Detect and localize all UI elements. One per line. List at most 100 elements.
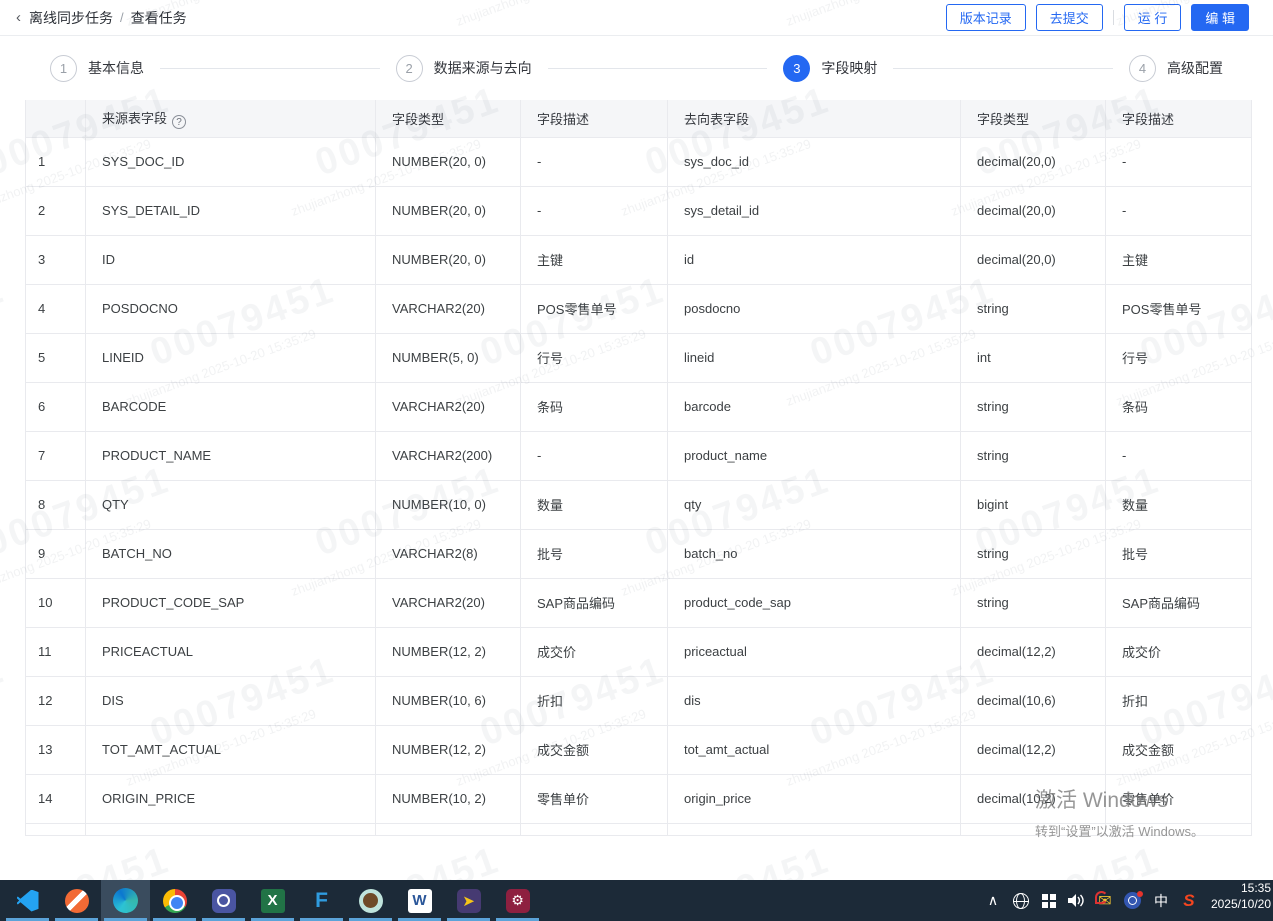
vscode-icon[interactable] bbox=[3, 880, 52, 921]
header-col-4: 去向表字段 bbox=[668, 100, 961, 137]
run-button[interactable]: 运 行 bbox=[1124, 4, 1182, 31]
help-icon[interactable]: ? bbox=[172, 115, 186, 129]
go-submit-button[interactable]: 去提交 bbox=[1036, 4, 1103, 31]
blue-app-icon[interactable] bbox=[199, 880, 248, 921]
cell-col-3: POS零售单号 bbox=[521, 284, 668, 333]
header-col-6: 字段描述 bbox=[1106, 100, 1252, 137]
cell-col-6: 批号 bbox=[1106, 529, 1252, 578]
cell-col-6: 成交价 bbox=[1106, 627, 1252, 676]
back-icon[interactable]: ‹ bbox=[16, 9, 21, 26]
cell-col-1: ID bbox=[86, 235, 376, 284]
header-col-5: 字段类型 bbox=[961, 100, 1106, 137]
cell-col-6: POS零售单号 bbox=[1106, 284, 1252, 333]
step-number: 2 bbox=[396, 55, 423, 82]
cell-col-5: decimal(20,0) bbox=[961, 186, 1106, 235]
volume-icon[interactable] bbox=[1065, 880, 1089, 921]
row-index: 1 bbox=[26, 137, 86, 186]
cell-empty bbox=[668, 823, 961, 835]
table-row: 7PRODUCT_NAMEVARCHAR2(200)-product_names… bbox=[26, 431, 1252, 480]
version-history-button[interactable]: 版本记录 bbox=[946, 4, 1026, 31]
row-index: 13 bbox=[26, 725, 86, 774]
cell-col-2: NUMBER(20, 0) bbox=[376, 137, 521, 186]
watermark-tile: 00079451zhujianzhong 2025-10-20 15:35:29 bbox=[310, 839, 513, 880]
step-4[interactable]: 4高级配置 bbox=[1129, 55, 1223, 82]
row-index: 14 bbox=[26, 774, 86, 823]
cell-col-5: decimal(10,2) bbox=[961, 774, 1106, 823]
cell-col-1: BATCH_NO bbox=[86, 529, 376, 578]
cell-col-3: 成交价 bbox=[521, 627, 668, 676]
edge-icon[interactable] bbox=[101, 880, 150, 921]
sogou-input-icon[interactable]: S bbox=[1177, 880, 1201, 921]
cell-col-5: string bbox=[961, 284, 1106, 333]
table-row: 13TOT_AMT_ACTUALNUMBER(12, 2)成交金额tot_amt… bbox=[26, 725, 1252, 774]
row-index: 10 bbox=[26, 578, 86, 627]
step-1[interactable]: 1基本信息 bbox=[50, 55, 144, 82]
folder-app-icon[interactable]: F bbox=[297, 880, 346, 921]
row-index: 2 bbox=[26, 186, 86, 235]
step-label: 数据来源与去向 bbox=[434, 58, 532, 78]
cell-col-5: string bbox=[961, 382, 1106, 431]
cell-col-5: decimal(20,0) bbox=[961, 137, 1106, 186]
cell-col-4: barcode bbox=[668, 382, 961, 431]
top-bar: ‹ 离线同步任务 / 查看任务 版本记录 去提交 运 行 编 辑 bbox=[0, 0, 1273, 36]
table-row: 4POSDOCNOVARCHAR2(20)POS零售单号posdocnostri… bbox=[26, 284, 1252, 333]
breadcrumb-current: 查看任务 bbox=[131, 8, 187, 28]
table-row: 6BARCODEVARCHAR2(20)条码barcodestring条码 bbox=[26, 382, 1252, 431]
wizard-stepper: 1基本信息 2 数据来源与去向 3字段映射 4高级配置 bbox=[0, 36, 1273, 100]
cell-col-1: TOT_AMT_ACTUAL bbox=[86, 725, 376, 774]
cell-col-4: batch_no bbox=[668, 529, 961, 578]
cell-col-2: VARCHAR2(20) bbox=[376, 284, 521, 333]
step-2[interactable]: 2 数据来源与去向 bbox=[396, 55, 532, 82]
table-row: 10PRODUCT_CODE_SAPVARCHAR2(20)SAP商品编码pro… bbox=[26, 578, 1252, 627]
yellow-arrow-app-icon[interactable]: ➤ bbox=[444, 880, 493, 921]
taskbar-clock[interactable]: 15:35 2025/10/20 bbox=[1205, 880, 1273, 921]
cell-col-6: 数量 bbox=[1106, 480, 1252, 529]
excel-icon[interactable]: X bbox=[248, 880, 297, 921]
cell-col-5: string bbox=[961, 529, 1106, 578]
word-icon[interactable]: W bbox=[395, 880, 444, 921]
cell-col-4: qty bbox=[668, 480, 961, 529]
watermark-tile: 00079451zhujianzhong 2025-10-20 15:35:29 bbox=[0, 269, 18, 395]
chevron-up-icon[interactable]: ∧ bbox=[981, 880, 1005, 921]
step-3[interactable]: 3字段映射 bbox=[783, 55, 877, 82]
mail-icon[interactable]: ✉ bbox=[1093, 880, 1117, 921]
header-col-2: 字段类型 bbox=[376, 100, 521, 137]
watermark-tile: 00079451zhujianzhong 2025-10-20 15:35:29 bbox=[970, 839, 1173, 880]
cell-col-2: NUMBER(10, 2) bbox=[376, 774, 521, 823]
cell-col-2: NUMBER(10, 6) bbox=[376, 676, 521, 725]
notification-icon[interactable] bbox=[1121, 880, 1145, 921]
orange-app-icon[interactable] bbox=[52, 880, 101, 921]
cell-col-1: SYS_DOC_ID bbox=[86, 137, 376, 186]
edit-button[interactable]: 编 辑 bbox=[1191, 4, 1249, 31]
step-connector bbox=[548, 68, 768, 69]
dbeaver-icon[interactable] bbox=[346, 880, 395, 921]
step-number: 1 bbox=[50, 55, 77, 82]
cell-col-6: 主键 bbox=[1106, 235, 1252, 284]
cell-col-2: NUMBER(12, 2) bbox=[376, 725, 521, 774]
cell-col-3: SAP商品编码 bbox=[521, 578, 668, 627]
table-row: 3IDNUMBER(20, 0)主键iddecimal(20,0)主键 bbox=[26, 235, 1252, 284]
ime-chinese-icon[interactable]: 中 bbox=[1149, 880, 1173, 921]
cell-col-1: PRODUCT_CODE_SAP bbox=[86, 578, 376, 627]
row-index: 12 bbox=[26, 676, 86, 725]
watermark-tile: 00079451zhujianzhong 2025-10-20 15:35:29 bbox=[0, 649, 18, 775]
database-app-icon[interactable]: ⚙ bbox=[493, 880, 542, 921]
row-index: 5 bbox=[26, 333, 86, 382]
cell-col-1: DIS bbox=[86, 676, 376, 725]
table-row: 11PRICEACTUALNUMBER(12, 2)成交价priceactual… bbox=[26, 627, 1252, 676]
cell-col-3: 零售单价 bbox=[521, 774, 668, 823]
cell-col-5: decimal(12,2) bbox=[961, 627, 1106, 676]
chrome-icon[interactable] bbox=[150, 880, 199, 921]
cell-col-4: priceactual bbox=[668, 627, 961, 676]
offline-sync-task-view-page: ‹ 离线同步任务 / 查看任务 版本记录 去提交 运 行 编 辑 1基本信息2数… bbox=[0, 0, 1273, 921]
step-number: 4 bbox=[1129, 55, 1156, 82]
cell-col-6: - bbox=[1106, 431, 1252, 480]
breadcrumb-root[interactable]: 离线同步任务 bbox=[29, 8, 113, 28]
cell-col-2: VARCHAR2(20) bbox=[376, 578, 521, 627]
cell-col-3: - bbox=[521, 431, 668, 480]
table-header-row: 来源表字段?字段类型字段描述去向表字段字段类型字段描述 bbox=[26, 100, 1252, 137]
network-globe-icon[interactable] bbox=[1009, 880, 1033, 921]
header-actions: 版本记录 去提交 运 行 编 辑 bbox=[946, 4, 1257, 31]
cell-col-5: int bbox=[961, 333, 1106, 382]
task-view-grid-icon[interactable] bbox=[1037, 880, 1061, 921]
